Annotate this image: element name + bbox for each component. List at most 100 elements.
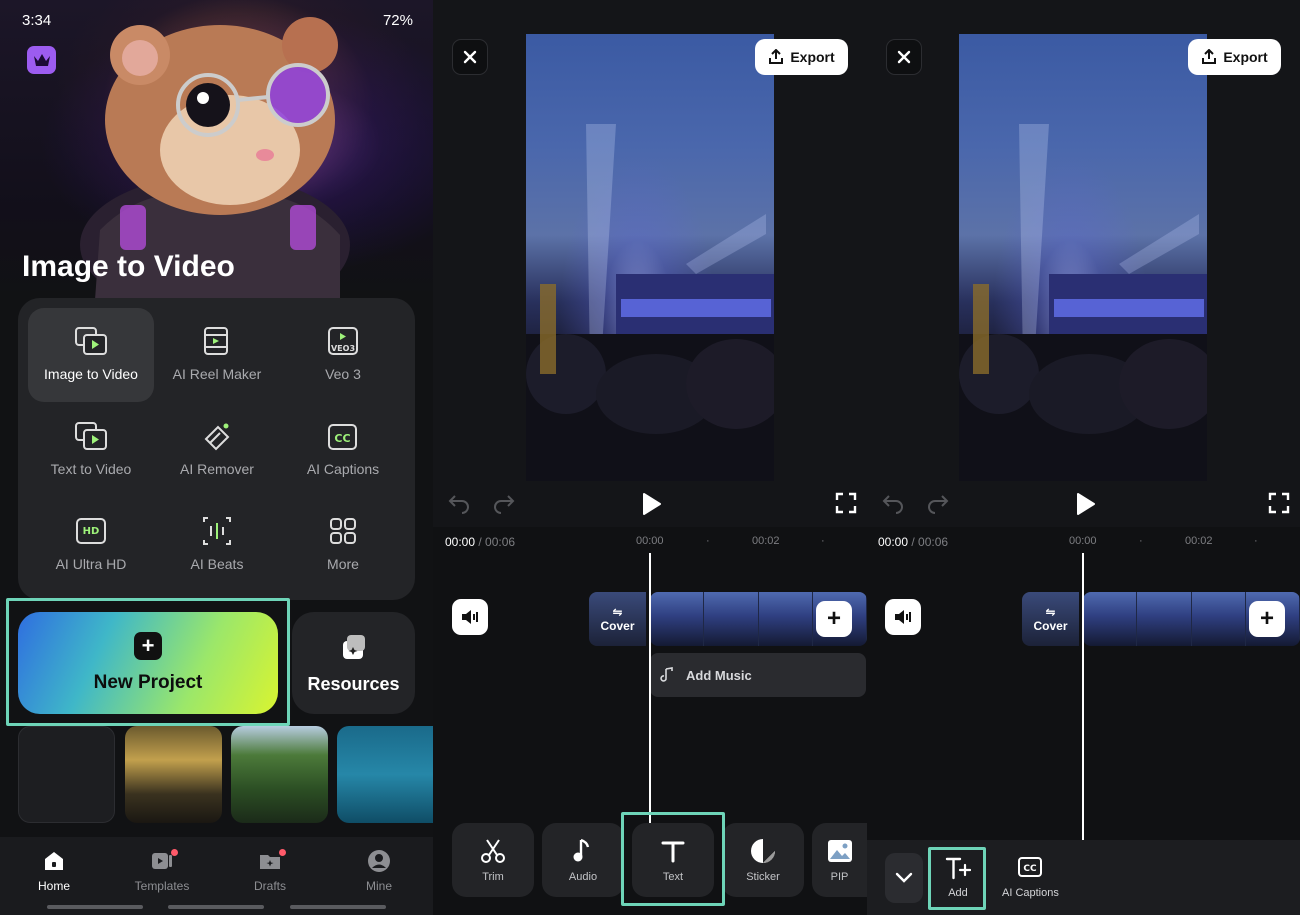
close-button[interactable] bbox=[452, 39, 488, 75]
hd-icon: HD bbox=[76, 518, 106, 544]
timecode: 00:00 / 00:06 bbox=[878, 535, 948, 549]
close-icon bbox=[463, 50, 477, 64]
clip-frame bbox=[758, 592, 813, 646]
tool-ai-reel-maker[interactable]: AI Reel Maker bbox=[154, 308, 280, 402]
ruler-dot: · bbox=[1139, 535, 1143, 547]
export-button[interactable]: Export bbox=[755, 39, 848, 75]
toolbar-trim[interactable]: Trim bbox=[452, 823, 534, 897]
close-button[interactable] bbox=[886, 39, 922, 75]
mute-button[interactable] bbox=[885, 599, 921, 635]
play-icon[interactable] bbox=[640, 492, 662, 516]
highlight-box bbox=[621, 812, 725, 906]
gesture-bar bbox=[47, 905, 143, 909]
cover-swap-icon: ⇋ bbox=[1045, 605, 1056, 619]
svg-text:CC: CC bbox=[1024, 864, 1038, 874]
nav-drafts[interactable]: Drafts bbox=[225, 849, 315, 893]
media-thumbnail[interactable] bbox=[231, 726, 328, 823]
tool-image-to-video[interactable]: Image to Video bbox=[28, 308, 154, 402]
tool-text-to-video[interactable]: Text to Video bbox=[28, 403, 154, 497]
tool-veo-3[interactable]: VEO3 Veo 3 bbox=[280, 308, 406, 402]
tool-label: Image to Video bbox=[44, 366, 138, 382]
nav-templates[interactable]: Templates bbox=[117, 849, 207, 893]
redo-icon[interactable] bbox=[493, 492, 515, 514]
tool-ai-captions[interactable]: CC AI Captions bbox=[280, 403, 406, 497]
tool-ai-remover[interactable]: AI Remover bbox=[154, 403, 280, 497]
premium-crown-button[interactable] bbox=[27, 46, 56, 74]
nav-home[interactable]: Home bbox=[9, 849, 99, 893]
status-battery: 72% bbox=[382, 12, 413, 29]
home-screen: 3:34 72% Image to Video Image to Video A… bbox=[0, 0, 433, 915]
redo-icon[interactable] bbox=[927, 492, 949, 514]
gesture-bar bbox=[290, 905, 386, 909]
play-icon[interactable] bbox=[1074, 492, 1096, 516]
concert-frame bbox=[526, 124, 774, 481]
timecode-total: / 00:06 bbox=[908, 535, 949, 549]
add-clip-button[interactable]: + bbox=[1249, 601, 1285, 637]
toolbar-pip[interactable]: PIP bbox=[812, 823, 867, 897]
timecode: 00:00 / 00:06 bbox=[445, 535, 515, 549]
playhead[interactable] bbox=[1082, 553, 1084, 840]
status-bar: 3:34 72% bbox=[0, 0, 433, 40]
crown-icon bbox=[33, 54, 50, 66]
highlight-box bbox=[6, 598, 290, 726]
tool-ai-ultra-hd[interactable]: HD AI Ultra HD bbox=[28, 498, 154, 592]
clip-frame bbox=[1083, 592, 1138, 646]
image-to-video-icon bbox=[75, 327, 107, 355]
tool-ai-beats[interactable]: AI Beats bbox=[154, 498, 280, 592]
add-clip-button[interactable]: + bbox=[816, 601, 852, 637]
tool-label: AI Captions bbox=[306, 461, 380, 477]
nav-mine[interactable]: Mine bbox=[334, 849, 424, 893]
media-thumbnail[interactable] bbox=[125, 726, 222, 823]
add-music-track[interactable]: Add Music bbox=[650, 653, 866, 697]
notification-dot bbox=[171, 849, 178, 856]
toolbar-audio[interactable]: Audio bbox=[542, 823, 624, 897]
editor-screen: Export 00:00 / 00:06 00:00 · 00:02 · ⇋ C… bbox=[433, 0, 867, 915]
undo-icon[interactable] bbox=[448, 492, 470, 514]
cover-label: Cover bbox=[1033, 619, 1068, 633]
media-thumbnail[interactable] bbox=[18, 726, 115, 823]
nav-label: Drafts bbox=[253, 879, 286, 893]
resources-button[interactable]: Resources bbox=[292, 612, 415, 714]
ruler-tick-0: 00:00 bbox=[636, 535, 664, 547]
bottom-navigation: Home Templates Drafts Mine bbox=[0, 837, 433, 915]
timecode-current: 00:00 bbox=[878, 535, 909, 549]
toolbar-label: Sticker bbox=[746, 871, 780, 883]
tool-more[interactable]: More bbox=[280, 498, 406, 592]
reel-maker-icon bbox=[204, 327, 228, 355]
fullscreen-icon[interactable] bbox=[1268, 492, 1290, 514]
collapse-button[interactable] bbox=[885, 853, 923, 903]
pip-image-icon bbox=[827, 840, 852, 862]
concert-frame bbox=[959, 124, 1207, 481]
svg-text:VEO3: VEO3 bbox=[331, 344, 355, 353]
svg-text:CC: CC bbox=[334, 432, 350, 445]
tool-label: Text to Video bbox=[50, 461, 132, 477]
toolbar-sticker[interactable]: Sticker bbox=[722, 823, 804, 897]
undo-icon[interactable] bbox=[882, 492, 904, 514]
add-music-label: Add Music bbox=[686, 667, 752, 683]
captions-icon: CC bbox=[328, 424, 357, 450]
profile-icon bbox=[368, 850, 390, 872]
cover-button[interactable]: ⇋ Cover bbox=[589, 592, 646, 646]
cover-button[interactable]: ⇋ Cover bbox=[1022, 592, 1079, 646]
eraser-icon bbox=[204, 423, 230, 451]
ai-tools-grid: Image to Video AI Reel Maker VEO3 Veo 3 … bbox=[18, 298, 415, 600]
speaker-icon bbox=[895, 610, 911, 624]
scissors-icon bbox=[481, 839, 505, 863]
video-preview[interactable] bbox=[526, 34, 774, 481]
subtool-label: AI Captions bbox=[1002, 887, 1059, 899]
media-thumbnail[interactable] bbox=[337, 726, 433, 823]
ruler-tick-0: 00:00 bbox=[1069, 535, 1097, 547]
nav-label: Mine bbox=[365, 879, 392, 893]
playhead[interactable] bbox=[649, 553, 651, 840]
text-ai-captions-button[interactable]: CC AI Captions bbox=[1002, 855, 1059, 899]
ruler-dot: · bbox=[821, 535, 825, 547]
mute-button[interactable] bbox=[452, 599, 488, 635]
home-icon bbox=[45, 852, 63, 870]
fullscreen-icon[interactable] bbox=[835, 492, 857, 514]
export-label: Export bbox=[790, 49, 835, 65]
export-button[interactable]: Export bbox=[1188, 39, 1281, 75]
ruler-tick-2: 00:02 bbox=[1185, 535, 1213, 547]
status-time: 3:34 bbox=[22, 12, 52, 29]
speaker-icon bbox=[462, 610, 478, 624]
video-preview[interactable] bbox=[959, 34, 1207, 481]
